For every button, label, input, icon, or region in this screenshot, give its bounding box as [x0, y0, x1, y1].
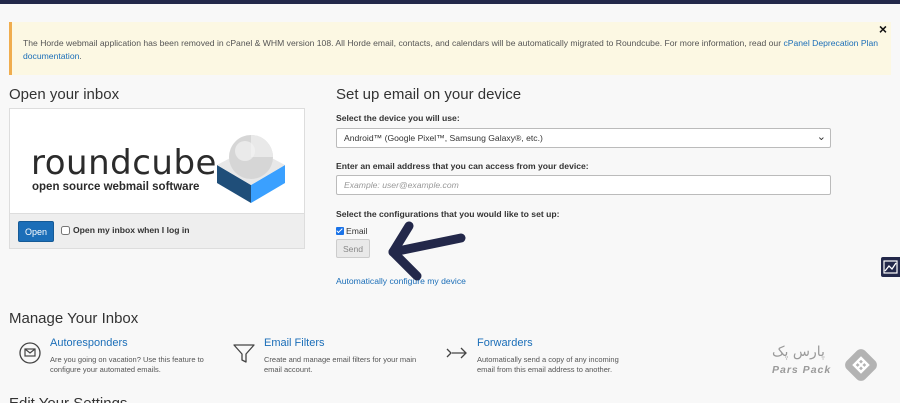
open-inbox-on-login-option[interactable]: Open my inbox when I log in [61, 225, 190, 235]
roundcube-mark-icon [217, 135, 285, 203]
email-filters-desc-line2: email account. [264, 365, 313, 374]
forward-icon [446, 347, 467, 359]
chart-icon [883, 260, 898, 274]
device-select-value: Android™ (Google Pixel™, Samsung Galaxy®… [344, 133, 543, 143]
autoresponders-desc-line2: configure your automated emails. [50, 365, 161, 374]
open-inbox-button[interactable]: Open [18, 221, 54, 242]
forwarders-desc-line2: email from this email address to another… [477, 365, 613, 374]
top-navbar [0, 0, 900, 4]
filter-icon [233, 344, 255, 363]
notice-tail: . [79, 50, 82, 61]
horde-removal-notice: The Horde webmail application has been r… [9, 22, 891, 75]
roundcube-panel: roundcube open source webmail software O… [9, 108, 305, 249]
annotation-arrow-icon [388, 221, 466, 281]
roundcube-logo-word: roundcube [31, 143, 217, 183]
chevron-down-icon: ⌄ [816, 131, 826, 143]
forwarders-link[interactable]: Forwarders [477, 337, 533, 349]
email-filters-link[interactable]: Email Filters [264, 337, 325, 349]
email-address-input[interactable]: Example: user@example.com [336, 175, 831, 195]
roundcube-logo-subtitle: open source webmail software [32, 181, 200, 193]
open-inbox-heading: Open your inbox [9, 86, 120, 103]
autoresponders-link[interactable]: Autoresponders [50, 337, 128, 349]
watermark-latin-text: Pars Pack [772, 364, 832, 376]
parspack-logo-icon [845, 349, 877, 381]
parspack-watermark: پارس پک Pars Pack [772, 342, 884, 390]
watermark-persian-text: پارس پک [772, 344, 825, 360]
email-address-label: Enter an email address that you can acce… [336, 161, 589, 171]
stats-sidebar-tab[interactable] [881, 257, 900, 277]
open-inbox-on-login-checkbox[interactable] [61, 225, 70, 235]
setup-device-heading: Set up email on your device [336, 86, 522, 103]
email-config-option[interactable]: Email [336, 226, 368, 236]
close-icon[interactable]: × [879, 22, 887, 35]
device-select-label: Select the device you will use: [336, 113, 460, 123]
email-config-checkbox[interactable] [336, 227, 344, 235]
edit-settings-heading: Edit Your Settings [9, 395, 127, 403]
device-select[interactable]: Android™ (Google Pixel™, Samsung Galaxy®… [336, 128, 831, 148]
open-inbox-on-login-label: Open my inbox when I log in [73, 225, 190, 235]
roundcube-logo[interactable]: roundcube open source webmail software [10, 109, 304, 214]
manage-inbox-heading: Manage Your Inbox [9, 310, 139, 327]
autoresponder-icon [19, 342, 41, 364]
notice-text: The Horde webmail application has been r… [23, 38, 784, 48]
